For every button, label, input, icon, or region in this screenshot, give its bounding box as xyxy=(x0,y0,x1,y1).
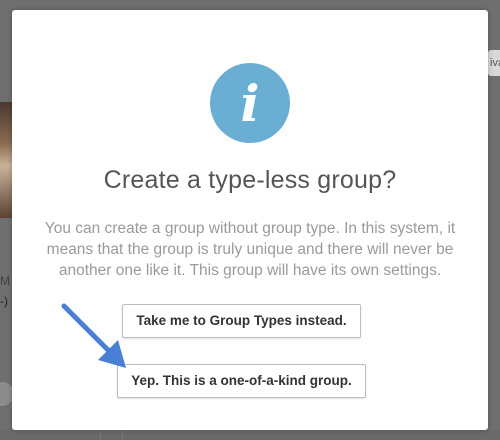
background-footer-fragment xyxy=(0,430,500,440)
background-button-fragment: iva xyxy=(488,50,500,76)
background-divider xyxy=(100,430,101,440)
info-icon: i xyxy=(210,63,290,143)
create-typeless-group-button[interactable]: Yep. This is a one-of-a-kind group. xyxy=(117,364,366,398)
background-divider xyxy=(122,430,123,440)
arrow-pointer-icon xyxy=(61,303,126,368)
screen: iva M -) i Create a type-less group? You… xyxy=(0,0,500,440)
info-icon-glyph: i xyxy=(241,74,260,133)
background-image-fragment xyxy=(0,102,12,218)
dialog-message: You can create a group without group typ… xyxy=(44,220,456,279)
background-text-fragment: -) xyxy=(0,294,8,308)
background-text-fragment: M xyxy=(0,274,10,288)
dialog-title: Create a type-less group? xyxy=(103,166,397,194)
group-types-button[interactable]: Take me to Group Types instead. xyxy=(122,304,361,338)
